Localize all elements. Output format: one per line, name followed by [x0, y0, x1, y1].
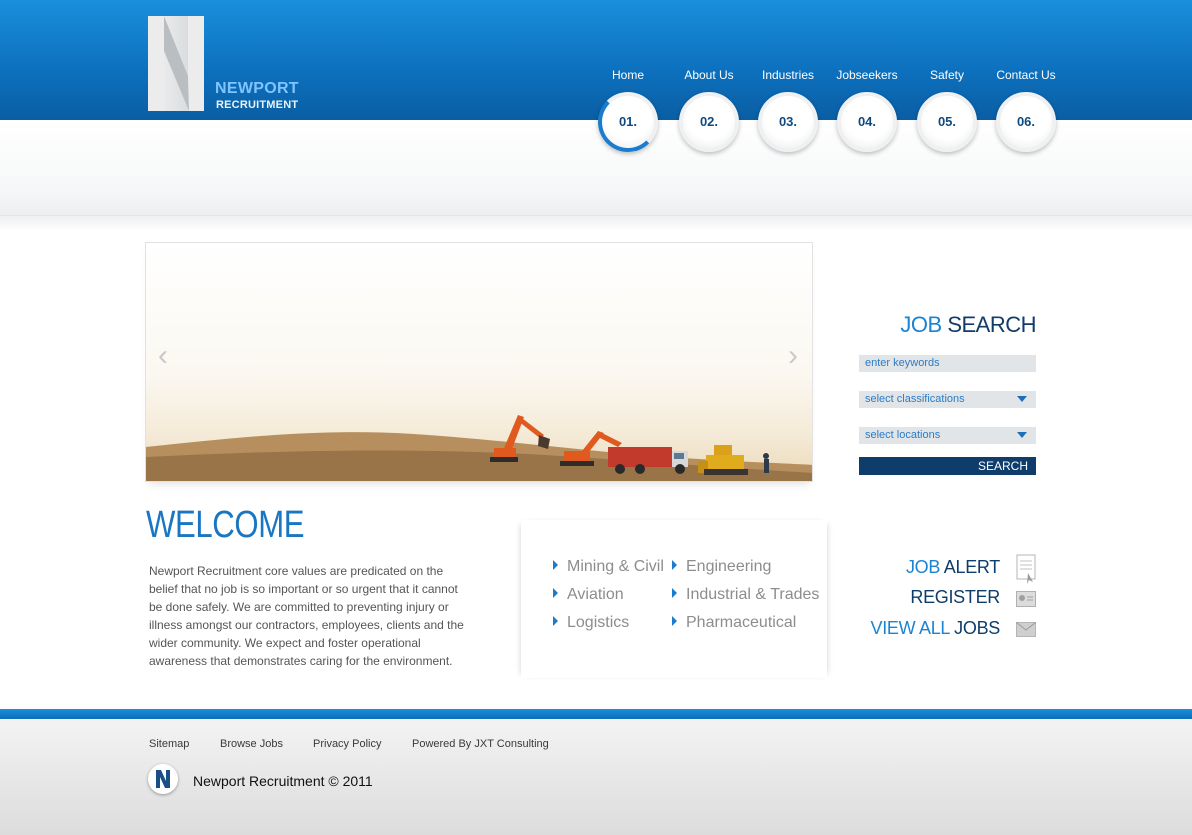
nav-item-about[interactable]: About Us 02. — [669, 68, 749, 152]
banner-next-arrow[interactable]: › — [788, 339, 798, 373]
dropdown-arrow-icon — [1017, 396, 1027, 402]
triangle-bullet-icon — [672, 616, 677, 626]
footer-logo-icon — [148, 764, 178, 794]
classification-select[interactable]: select classifications — [859, 391, 1036, 408]
nav-circle-home[interactable]: 01. — [598, 92, 658, 152]
quick-link-b: REGISTER — [910, 587, 1000, 607]
logo-word-recruitment: RECRUITMENT — [216, 99, 299, 111]
footer-link-sitemap[interactable]: Sitemap — [149, 738, 189, 750]
industry-label: Aviation — [567, 586, 624, 603]
classification-value: select classifications — [865, 393, 965, 405]
location-value: select locations — [865, 429, 941, 441]
quick-link-a: JOB — [905, 557, 941, 577]
triangle-bullet-icon — [553, 616, 558, 626]
quick-link-b: ALERT — [943, 557, 1001, 577]
footer-link-powered-by[interactable]: Powered By JXT Consulting — [412, 738, 549, 750]
nav-number: 01. — [618, 114, 638, 129]
triangle-bullet-icon — [553, 560, 558, 570]
location-select[interactable]: select locations — [859, 427, 1036, 444]
nav-circle-about[interactable]: 02. — [679, 92, 739, 152]
triangle-bullet-icon — [672, 588, 677, 598]
industry-link-mining[interactable]: Mining & Civil — [553, 558, 664, 576]
triangle-bullet-icon — [553, 588, 558, 598]
nav-number: 04. — [857, 114, 877, 129]
keywords-placeholder: enter keywords — [865, 357, 940, 369]
view-all-jobs-link[interactable]: VIEW ALL JOBS — [870, 618, 1000, 639]
industries-panel: Mining & Civil Aviation Logistics Engine… — [521, 520, 827, 678]
industry-label: Engineering — [686, 558, 772, 575]
banner-prev-arrow[interactable]: ‹ — [158, 339, 168, 373]
hero-banner: ‹ › — [145, 242, 813, 482]
logo-n-icon — [148, 16, 204, 111]
industry-link-industrial[interactable]: Industrial & Trades — [672, 586, 819, 604]
welcome-title: WELCOME — [146, 504, 305, 546]
quick-link-a: VIEW ALL — [870, 618, 950, 638]
nav-circle-industries[interactable]: 03. — [758, 92, 818, 152]
footer-link-browse-jobs[interactable]: Browse Jobs — [220, 738, 283, 750]
nav-number: 05. — [937, 114, 957, 129]
job-search-title-a: JOB — [900, 312, 942, 337]
search-button[interactable]: SEARCH — [859, 457, 1036, 475]
register-link[interactable]: REGISTER — [910, 587, 1000, 608]
nav-number: 02. — [699, 114, 719, 129]
job-search-title-b: SEARCH — [947, 312, 1036, 337]
welcome-text: Newport Recruitment core values are pred… — [149, 564, 464, 668]
footer-copyright: Newport Recruitment © 2011 — [193, 773, 373, 789]
nav-item-home[interactable]: Home 01. — [588, 68, 668, 152]
footer — [0, 719, 1192, 835]
nav-item-safety[interactable]: Safety 05. — [907, 68, 987, 152]
industry-link-logistics[interactable]: Logistics — [553, 614, 629, 632]
nav-label: Contact Us — [996, 68, 1056, 82]
nav-circle-jobseekers[interactable]: 04. — [837, 92, 897, 152]
nav-label: Industries — [761, 68, 815, 82]
logo[interactable]: NEWPORT RECRUITMENT — [148, 16, 308, 112]
nav-label: Home — [611, 68, 644, 82]
industry-link-engineering[interactable]: Engineering — [672, 558, 771, 576]
industry-link-aviation[interactable]: Aviation — [553, 586, 624, 604]
nav-circle-safety[interactable]: 05. — [917, 92, 977, 152]
nav-item-jobseekers[interactable]: Jobseekers 04. — [827, 68, 907, 152]
envelope-icon[interactable] — [1016, 622, 1036, 637]
nav-number: 06. — [1016, 114, 1036, 129]
nav-item-industries[interactable]: Industries 03. — [748, 68, 828, 152]
triangle-bullet-icon — [672, 560, 677, 570]
industry-link-pharmaceutical[interactable]: Pharmaceutical — [672, 614, 796, 632]
industry-label: Mining & Civil — [567, 558, 664, 575]
footer-bar — [0, 709, 1192, 719]
nav-label: Jobseekers — [836, 68, 898, 82]
job-search-title: JOB SEARCH — [900, 312, 1036, 338]
nav-circle-contact[interactable]: 06. — [996, 92, 1056, 152]
footer-link-privacy[interactable]: Privacy Policy — [313, 738, 381, 750]
nav-label: Safety — [929, 68, 965, 82]
keywords-input[interactable]: enter keywords — [859, 355, 1036, 372]
nav-item-contact[interactable]: Contact Us 06. — [986, 68, 1066, 152]
nav-label: About Us — [684, 68, 734, 82]
dropdown-arrow-icon — [1017, 432, 1027, 438]
subheader-shade — [0, 216, 1192, 232]
industry-label: Logistics — [567, 614, 630, 631]
construction-scene-image — [146, 415, 812, 481]
document-icon[interactable] — [1016, 554, 1036, 584]
industry-label: Pharmaceutical — [686, 614, 797, 631]
quick-link-b: JOBS — [954, 618, 1000, 638]
logo-word-newport: NEWPORT — [215, 80, 299, 97]
nav-number: 03. — [778, 114, 798, 129]
industry-label: Industrial & Trades — [686, 586, 820, 603]
id-card-icon[interactable] — [1016, 591, 1036, 608]
job-alert-link[interactable]: JOB ALERT — [906, 557, 1000, 578]
